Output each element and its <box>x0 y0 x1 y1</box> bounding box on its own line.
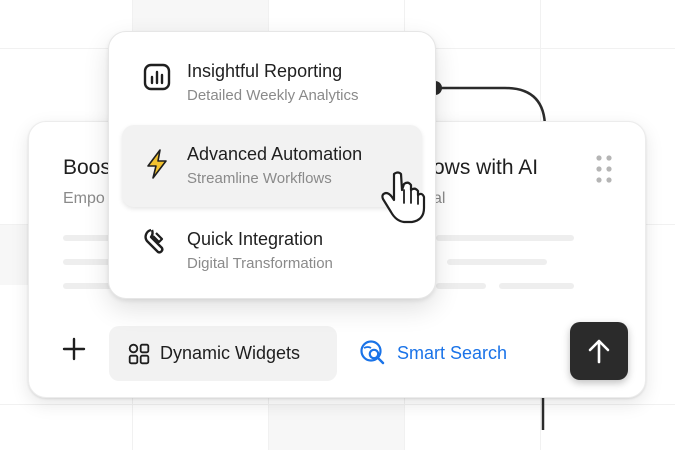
dynamic-widgets-label: Dynamic Widgets <box>160 343 301 363</box>
dynamic-widgets-button[interactable]: Dynamic Widgets <box>109 326 337 381</box>
card-subtitle: Empo <box>63 190 105 207</box>
add-button[interactable] <box>59 334 89 364</box>
drag-handle-icon[interactable] <box>595 154 613 184</box>
menu-item-subtitle: Detailed Weekly Analytics <box>187 87 359 104</box>
smart-search-icon <box>360 340 385 365</box>
hand-cursor-icon <box>381 171 426 224</box>
send-button[interactable] <box>570 322 628 380</box>
card-title: Boos <box>63 156 111 179</box>
placeholder-line <box>436 235 574 241</box>
menu-item-title: Advanced Automation <box>187 144 363 164</box>
lightning-icon <box>147 149 167 179</box>
feature-menu: Insightful Reporting Detailed Weekly Ana… <box>108 31 436 299</box>
bar-chart-icon <box>143 63 171 91</box>
placeholder-line <box>436 283 486 289</box>
menu-item-insightful-reporting[interactable]: Insightful Reporting Detailed Weekly Ana… <box>122 40 422 122</box>
plus-icon <box>62 337 86 361</box>
menu-item-subtitle: Streamline Workflows <box>187 170 332 187</box>
arrow-up-icon <box>588 339 610 364</box>
menu-item-quick-integration[interactable]: Quick Integration Digital Transformation <box>122 209 422 291</box>
smart-search-button[interactable]: Smart Search <box>359 338 507 368</box>
placeholder-line <box>499 283 574 289</box>
widgets-grid-icon <box>128 343 150 364</box>
wrench-icon <box>144 228 164 254</box>
menu-item-subtitle: Digital Transformation <box>187 255 333 272</box>
placeholder-line <box>447 259 547 265</box>
smart-search-label: Smart Search <box>397 342 508 363</box>
menu-item-title: Quick Integration <box>187 229 324 249</box>
card-title-continued: ows with AI <box>433 156 539 179</box>
menu-item-advanced-automation[interactable]: Advanced Automation Streamline Workflows <box>122 125 422 207</box>
menu-item-title: Insightful Reporting <box>187 61 343 81</box>
